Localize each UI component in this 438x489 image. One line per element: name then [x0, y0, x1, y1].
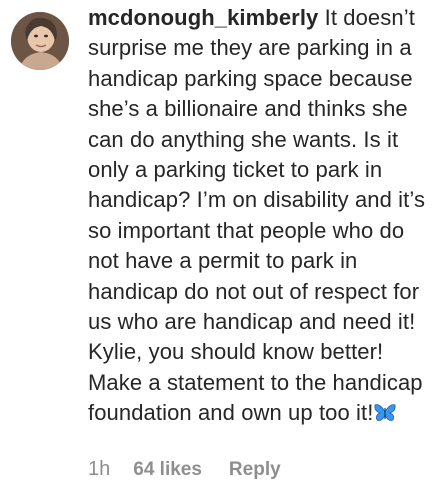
reply-button[interactable]: Reply — [229, 459, 281, 481]
comment: mcdonough_kimberly It doesn’t surprise m… — [0, 0, 438, 489]
comment-text: It doesn’t surprise me they are parking … — [88, 5, 426, 426]
avatar[interactable] — [11, 12, 69, 70]
username-link[interactable]: mcdonough_kimberly — [88, 5, 318, 30]
butterfly-emoji-icon — [374, 401, 396, 422]
avatar-photo — [11, 12, 69, 70]
comment-meta: 1h 64 likes Reply — [88, 458, 281, 481]
likes-count[interactable]: 64 likes — [133, 459, 202, 481]
comment-body: mcdonough_kimberly It doesn’t surprise m… — [88, 3, 428, 429]
timestamp: 1h — [88, 458, 111, 480]
